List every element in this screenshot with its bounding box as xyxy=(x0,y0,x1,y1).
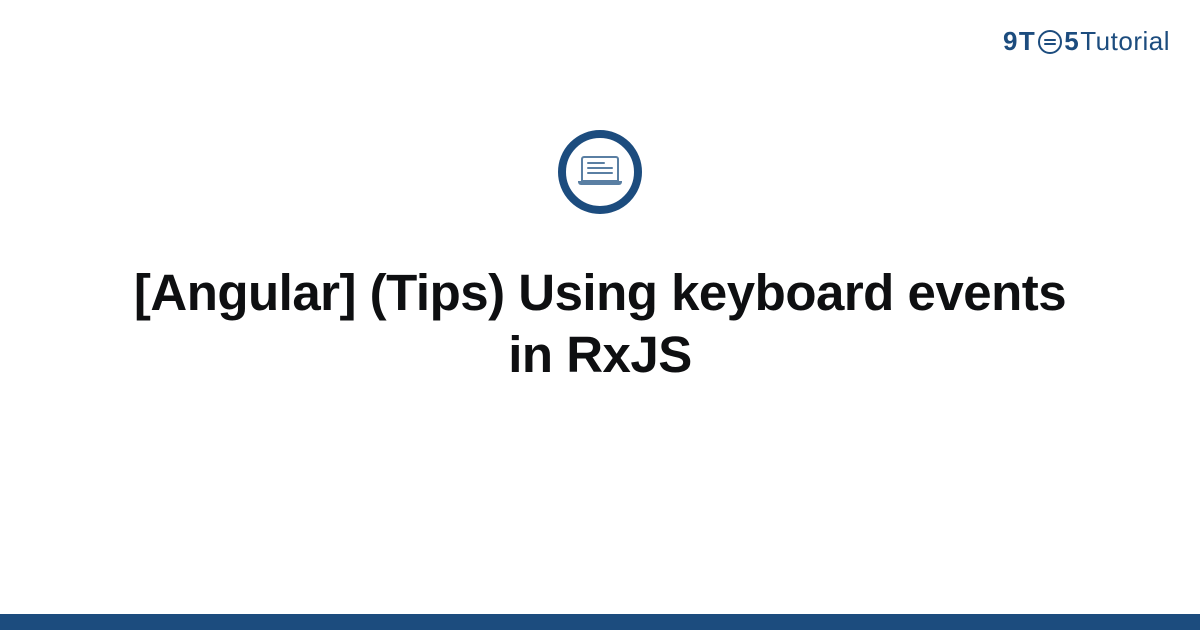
page-title: [Angular] (Tips) Using keyboard events i… xyxy=(120,262,1080,386)
screen-line xyxy=(587,172,613,174)
laptop-icon xyxy=(578,156,622,188)
logo-o-icon xyxy=(1038,30,1062,54)
footer-bar xyxy=(0,614,1200,630)
laptop-screen xyxy=(581,156,619,182)
main-content: [Angular] (Tips) Using keyboard events i… xyxy=(0,130,1200,386)
site-logo: 9 T 5 Tutorial xyxy=(1003,26,1170,57)
screen-line xyxy=(587,162,605,164)
logo-five: 5 xyxy=(1064,26,1079,57)
hero-icon-circle xyxy=(558,130,642,214)
logo-t: T xyxy=(1019,26,1035,57)
logo-tutorial: Tutorial xyxy=(1080,26,1170,57)
logo-nine: 9 xyxy=(1003,26,1018,57)
screen-line xyxy=(587,167,613,169)
